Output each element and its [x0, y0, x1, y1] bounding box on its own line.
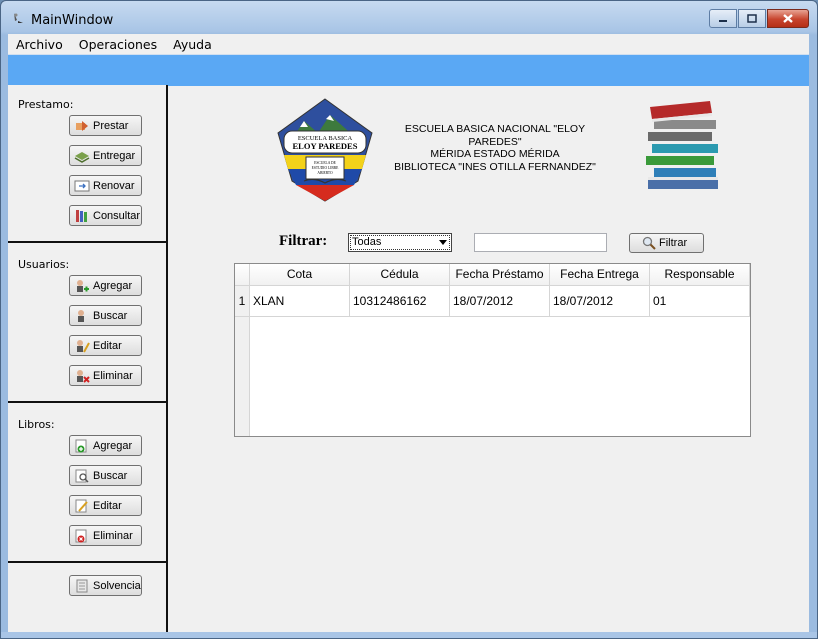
- app-icon: [14, 13, 23, 23]
- search-icon: [642, 236, 656, 250]
- consultar-label: Consultar: [93, 209, 141, 222]
- libros-agregar-label: Agregar: [93, 439, 133, 452]
- solvencia-label: Solvencia: [93, 579, 141, 592]
- libros-buscar-button[interactable]: Buscar: [69, 465, 142, 486]
- logo-line-4: ESTUDIO LIBRE: [312, 166, 339, 170]
- cell-responsable[interactable]: 01: [650, 286, 750, 316]
- school-logo: ESCUELA BASICA ELOY PAREDES ESCUELA DE E…: [277, 98, 373, 202]
- prestar-icon: [76, 120, 88, 131]
- filter-combobox[interactable]: Todas: [348, 233, 452, 252]
- usuarios-buscar-button[interactable]: Buscar: [69, 305, 142, 326]
- menu-archivo[interactable]: Archivo: [8, 37, 71, 52]
- usuarios-agregar-button[interactable]: Agregar: [69, 275, 142, 296]
- table-corner: [235, 264, 250, 285]
- window-title: MainWindow: [31, 13, 114, 28]
- usuarios-buscar-label: Buscar: [93, 309, 128, 322]
- filter-label: Filtrar:: [279, 233, 328, 249]
- cell-fecha-entrega[interactable]: 18/07/2012: [550, 286, 650, 316]
- column-header-cedula[interactable]: Cédula: [350, 264, 450, 285]
- school-name: ESCUELA BASICA NACIONAL "ELOY PAREDES": [404, 123, 586, 148]
- close-button[interactable]: [767, 9, 809, 28]
- column-header-fecha-entrega[interactable]: Fecha Entrega: [550, 264, 650, 285]
- menu-ayuda[interactable]: Ayuda: [165, 37, 220, 52]
- filter-combobox-value: Todas: [352, 236, 382, 248]
- school-location: MÉRIDA ESTADO MÉRIDA: [430, 148, 560, 160]
- search-user-icon: [78, 309, 84, 322]
- column-header-cota[interactable]: Cota: [250, 264, 350, 285]
- libros-eliminar-button[interactable]: Eliminar: [69, 525, 142, 546]
- document-icon: [76, 579, 88, 592]
- entregar-button[interactable]: Entregar: [69, 145, 142, 166]
- loans-table[interactable]: Cota Cédula Fecha Préstamo Fecha Entrega…: [234, 263, 751, 437]
- entregar-label: Entregar: [93, 149, 136, 162]
- table-header: Cota Cédula Fecha Préstamo Fecha Entrega…: [235, 264, 750, 286]
- usuarios-section-label: Usuarios:: [18, 258, 70, 271]
- consultar-button[interactable]: Consultar: [69, 205, 142, 226]
- maximize-icon: [747, 14, 757, 23]
- prestamo-section-label: Prestamo:: [18, 98, 74, 111]
- edit-book-icon: [75, 499, 88, 512]
- usuarios-eliminar-label: Eliminar: [93, 369, 133, 382]
- column-header-responsable[interactable]: Responsable: [650, 264, 750, 285]
- libros-buscar-label: Buscar: [93, 469, 128, 482]
- renovar-button[interactable]: Renovar: [69, 175, 142, 196]
- dropdown-arrow-icon: [439, 240, 447, 245]
- table-row[interactable]: 1 XLAN 10312486162 18/07/2012 18/07/2012…: [235, 286, 750, 317]
- toolbar: [8, 54, 809, 86]
- section-divider: [8, 561, 166, 563]
- books-stack-icon: [646, 101, 718, 189]
- usuarios-eliminar-button[interactable]: Eliminar: [69, 365, 142, 386]
- libros-editar-button[interactable]: Editar: [69, 495, 142, 516]
- minimize-button[interactable]: [709, 9, 737, 28]
- renovar-label: Renovar: [93, 179, 135, 192]
- prestar-button[interactable]: Prestar: [69, 115, 142, 136]
- renovar-icon: [74, 180, 90, 191]
- column-header-fecha-prestamo[interactable]: Fecha Préstamo: [450, 264, 550, 285]
- filter-text-input[interactable]: [474, 233, 607, 252]
- title-bar[interactable]: MainWindow: [1, 1, 817, 35]
- usuarios-agregar-label: Agregar: [93, 279, 133, 292]
- main-window: MainWindow Archivo Operaciones Ayuda Pre…: [0, 0, 818, 639]
- usuarios-editar-label: Editar: [93, 339, 122, 352]
- prestar-label: Prestar: [93, 119, 129, 132]
- libros-eliminar-label: Eliminar: [93, 529, 133, 542]
- libros-editar-label: Editar: [93, 499, 122, 512]
- cell-cota[interactable]: XLAN: [250, 286, 350, 316]
- solvencia-button[interactable]: Solvencia: [69, 575, 142, 596]
- client-area: Archivo Operaciones Ayuda Prestamo: Pres…: [8, 34, 809, 632]
- delete-book-icon: [75, 529, 87, 542]
- add-user-icon: [77, 279, 89, 292]
- minimize-icon: [719, 19, 727, 22]
- close-icon: [783, 14, 793, 23]
- cell-cedula[interactable]: 10312486162: [350, 286, 450, 316]
- maximize-button[interactable]: [738, 9, 766, 28]
- libros-agregar-button[interactable]: Agregar: [69, 435, 142, 456]
- row-number[interactable]: 1: [235, 286, 250, 316]
- filter-button[interactable]: Filtrar: [629, 233, 704, 253]
- add-book-icon: [75, 439, 87, 452]
- logo-line-2: ELOY PAREDES: [293, 141, 358, 151]
- edit-user-icon: [77, 339, 90, 352]
- usuarios-editar-button[interactable]: Editar: [69, 335, 142, 356]
- logo-line-3: ESCUELA DE: [314, 161, 336, 165]
- search-book-icon: [75, 469, 89, 483]
- menu-operaciones[interactable]: Operaciones: [71, 37, 165, 52]
- entregar-icon: [74, 151, 90, 163]
- consultar-icon: [76, 209, 87, 222]
- filter-button-label: Filtrar: [659, 237, 688, 249]
- section-divider: [8, 401, 166, 403]
- window-bottom-border: [1, 632, 817, 638]
- libros-section-label: Libros:: [18, 418, 55, 431]
- cell-fecha-prestamo[interactable]: 18/07/2012: [450, 286, 550, 316]
- section-divider: [8, 241, 166, 243]
- school-info: ESCUELA BASICA NACIONAL "ELOY PAREDES" M…: [380, 123, 610, 173]
- delete-user-icon: [77, 369, 90, 383]
- sidebar: Prestamo: Prestar Entregar Renovar Consu…: [8, 85, 168, 632]
- main-panel: ESCUELA BASICA ELOY PAREDES ESCUELA DE E…: [170, 85, 809, 632]
- library-name: BIBLIOTECA "INES OTILLA FERNANDEZ": [394, 160, 596, 173]
- menu-bar: Archivo Operaciones Ayuda: [8, 34, 809, 54]
- logo-line-5: ABIERTO: [317, 171, 333, 175]
